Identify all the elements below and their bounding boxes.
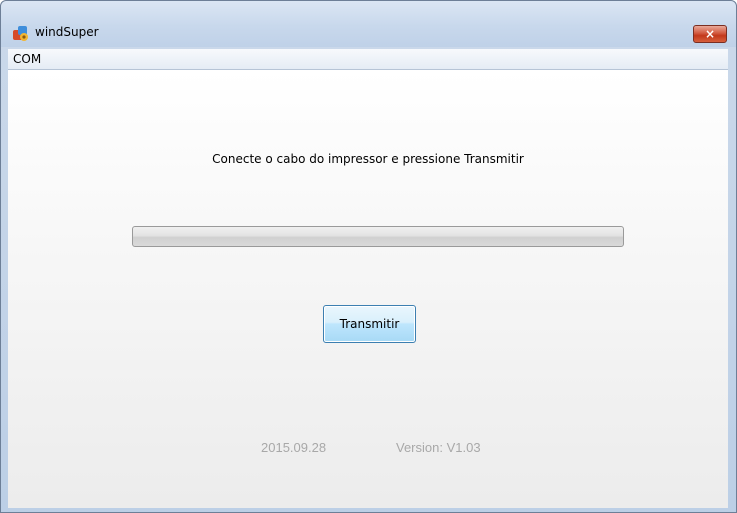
menu-bar: COM <box>8 49 728 70</box>
window-title: windSuper <box>35 25 99 39</box>
menu-item-com[interactable]: COM <box>10 50 44 68</box>
app-icon <box>12 24 30 42</box>
transmit-button[interactable]: Transmitir <box>323 305 416 343</box>
close-button[interactable]: × <box>693 25 727 43</box>
app-window: windSuper × COM Conecte o cabo do impres… <box>0 0 737 513</box>
main-panel: Conecte o cabo do impressor e pressione … <box>8 70 728 508</box>
version-label: Version: V1.03 <box>396 440 481 455</box>
title-bar[interactable]: windSuper × <box>1 1 736 47</box>
close-icon: × <box>704 27 716 41</box>
build-date: 2015.09.28 <box>261 440 327 455</box>
instruction-text: Conecte o cabo do impressor e pressione … <box>212 152 524 166</box>
progress-bar <box>132 226 624 247</box>
